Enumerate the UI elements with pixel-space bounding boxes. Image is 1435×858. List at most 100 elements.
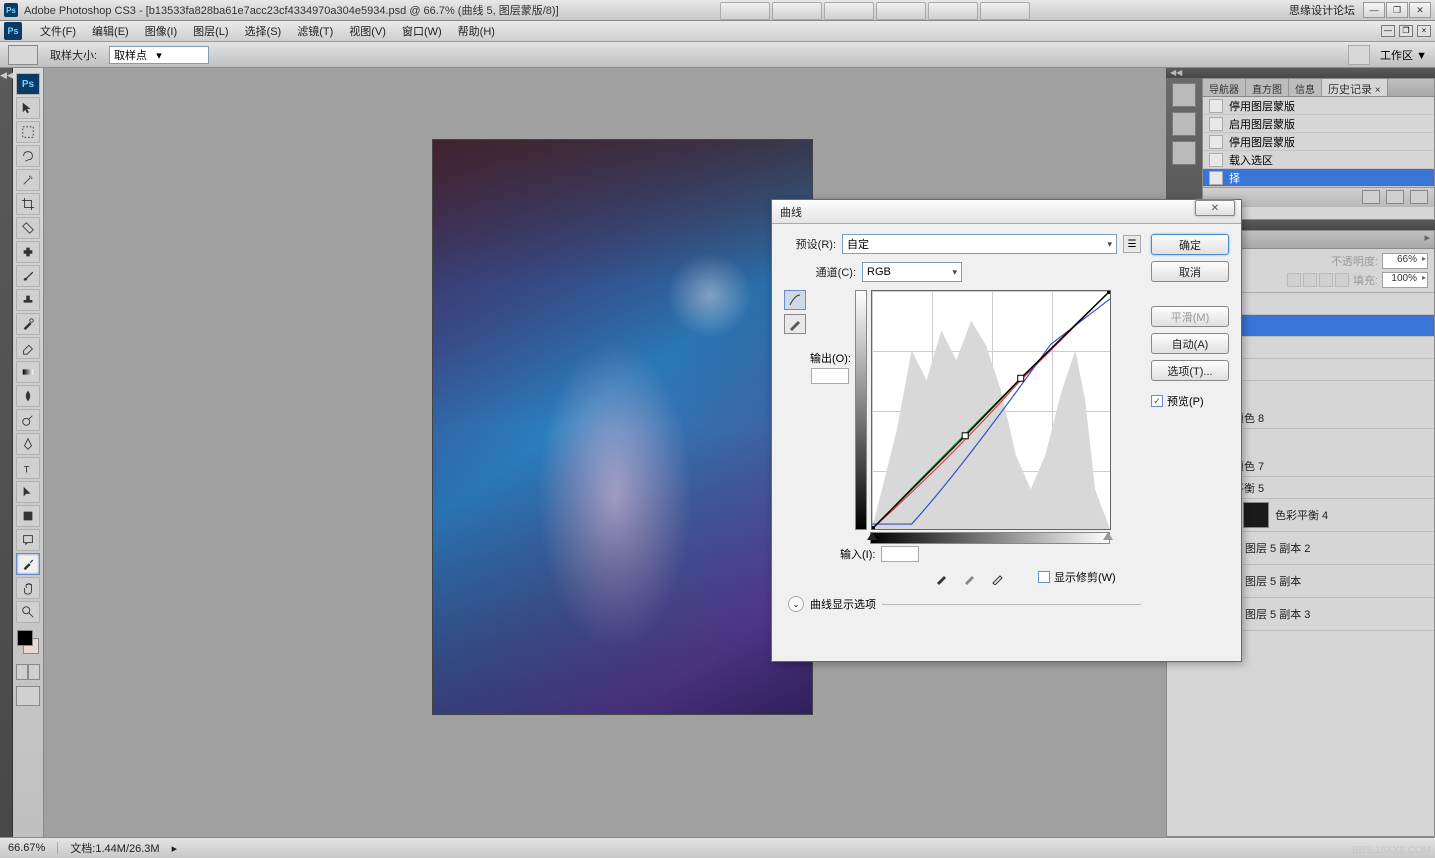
curve-point-tool[interactable] (784, 290, 806, 310)
auto-button[interactable]: 自动(A) (1151, 333, 1229, 354)
gradient-tool[interactable] (16, 361, 40, 383)
tab-histogram[interactable]: 直方图 (1246, 79, 1289, 96)
output-value[interactable] (811, 368, 849, 384)
zoom-level[interactable]: 66.67% (8, 842, 58, 854)
menu-view[interactable]: 视图(V) (341, 23, 394, 39)
menu-file[interactable]: 文件(F) (32, 23, 84, 39)
document-canvas[interactable] (432, 139, 813, 715)
gray-point-eyedropper[interactable] (962, 568, 980, 586)
preview-checkbox[interactable]: ✓ 预览(P) (1151, 393, 1229, 409)
doc-restore-button[interactable]: ❐ (1399, 25, 1413, 37)
blur-tool[interactable] (16, 385, 40, 407)
sample-size-label: 取样大小: (50, 47, 97, 63)
sample-size-combo[interactable]: 取样点 ▾ (109, 46, 209, 64)
menu-select[interactable]: 选择(S) (237, 23, 290, 39)
dialog-title[interactable]: 曲线 (772, 200, 1241, 224)
tab-info[interactable]: 信息 (1289, 79, 1322, 96)
workspace-picker[interactable]: 工作区 ▼ (1380, 47, 1427, 63)
smooth-button[interactable]: 平滑(M) (1151, 306, 1229, 327)
history-item[interactable]: 停用图层蒙版 (1203, 133, 1434, 151)
input-value[interactable] (881, 546, 919, 562)
shape-tool[interactable] (16, 505, 40, 527)
output-gradient (855, 290, 867, 530)
pen-tool[interactable] (16, 433, 40, 455)
quick-mask-toggle[interactable] (13, 664, 43, 680)
preset-combo[interactable]: 自定 (842, 234, 1117, 254)
options-button[interactable]: 选项(T)... (1151, 360, 1229, 381)
path-select-tool[interactable] (16, 481, 40, 503)
marquee-tool[interactable] (16, 121, 40, 143)
menu-edit[interactable]: 编辑(E) (84, 23, 137, 39)
tab-navigator[interactable]: 导航器 (1203, 79, 1246, 96)
opacity-label: 不透明度: (1331, 253, 1378, 269)
info-icon[interactable] (1172, 141, 1196, 165)
floating-close-x[interactable]: ✕ (1195, 200, 1235, 216)
opacity-input[interactable]: 66% (1382, 253, 1428, 269)
go-bridge-icon[interactable] (1348, 45, 1370, 65)
close-button[interactable]: ✕ (1409, 2, 1431, 18)
history-brush-tool[interactable] (16, 313, 40, 335)
channel-combo[interactable]: RGB (862, 262, 962, 282)
doc-close-button[interactable]: × (1417, 25, 1431, 37)
notes-tool[interactable] (16, 529, 40, 551)
fill-input[interactable]: 100% (1382, 272, 1428, 288)
new-snapshot-button[interactable] (1362, 190, 1380, 204)
panel-menu-icon[interactable]: ▸ (1420, 231, 1434, 248)
menu-filter[interactable]: 滤镜(T) (289, 23, 341, 39)
minimize-button[interactable]: — (1363, 2, 1385, 18)
input-gradient[interactable] (870, 532, 1110, 544)
menu-window[interactable]: 窗口(W) (394, 23, 450, 39)
panel-dock-collapse[interactable]: ◀◀ (1166, 68, 1435, 78)
palette-collapse-strip[interactable]: ◀◀ (0, 68, 13, 837)
eyedropper-tool[interactable] (16, 553, 40, 575)
tab-history[interactable]: 历史记录 × (1322, 79, 1388, 96)
forum-label: 思缘设计论坛 (1289, 2, 1355, 18)
tool-preset-picker[interactable] (8, 45, 38, 65)
crop-tool[interactable] (16, 193, 40, 215)
stamp-tool[interactable] (16, 289, 40, 311)
delete-state-button[interactable] (1410, 190, 1428, 204)
ok-button[interactable]: 确定 (1151, 234, 1229, 255)
menu-layer[interactable]: 图层(L) (185, 23, 236, 39)
expand-display-options[interactable]: ⌄ (788, 596, 804, 612)
dodge-tool[interactable] (16, 409, 40, 431)
black-point-eyedropper[interactable] (934, 568, 952, 586)
doc-minimize-button[interactable]: — (1381, 25, 1395, 37)
zoom-tool[interactable] (16, 601, 40, 623)
input-label: 输入(I): (840, 546, 875, 562)
app-icon: Ps (4, 3, 18, 17)
svg-text:T: T (24, 464, 30, 475)
navigator-icon[interactable] (1172, 83, 1196, 107)
white-point-eyedropper[interactable] (990, 568, 1008, 586)
history-item[interactable]: 停用图层蒙版 (1203, 97, 1434, 115)
type-tool[interactable]: T (16, 457, 40, 479)
heal-tool[interactable] (16, 241, 40, 263)
curve-graph[interactable] (871, 290, 1111, 530)
ps-logo-icon: Ps (4, 22, 22, 40)
color-swatches[interactable] (15, 628, 41, 656)
hand-tool[interactable] (16, 577, 40, 599)
lock-controls[interactable] (1287, 273, 1349, 287)
history-item[interactable]: 载入选区 (1203, 151, 1434, 169)
menu-image[interactable]: 图像(I) (137, 23, 185, 39)
show-clipping-checkbox[interactable]: 显示修剪(W) (1038, 569, 1116, 585)
preset-menu-icon[interactable]: ☰ (1123, 235, 1141, 253)
curve-pencil-tool[interactable] (784, 314, 806, 334)
move-tool[interactable] (16, 97, 40, 119)
menu-help[interactable]: 帮助(H) (450, 23, 503, 39)
history-item[interactable]: 择 (1203, 169, 1434, 187)
status-bar: 66.67% 文档:1.44M/26.3M ▸ (0, 837, 1435, 858)
histogram-icon[interactable] (1172, 112, 1196, 136)
history-item[interactable]: 启用图层蒙版 (1203, 115, 1434, 133)
screen-mode-button[interactable] (16, 686, 40, 706)
slice-tool[interactable] (16, 217, 40, 239)
maximize-button[interactable]: ❐ (1386, 2, 1408, 18)
lasso-tool[interactable] (16, 145, 40, 167)
wand-tool[interactable] (16, 169, 40, 191)
status-chevron-icon[interactable]: ▸ (172, 842, 178, 855)
watermark: BBS.16XX8.COM (1352, 845, 1431, 856)
new-doc-button[interactable] (1386, 190, 1404, 204)
eraser-tool[interactable] (16, 337, 40, 359)
brush-tool[interactable] (16, 265, 40, 287)
cancel-button[interactable]: 取消 (1151, 261, 1229, 282)
